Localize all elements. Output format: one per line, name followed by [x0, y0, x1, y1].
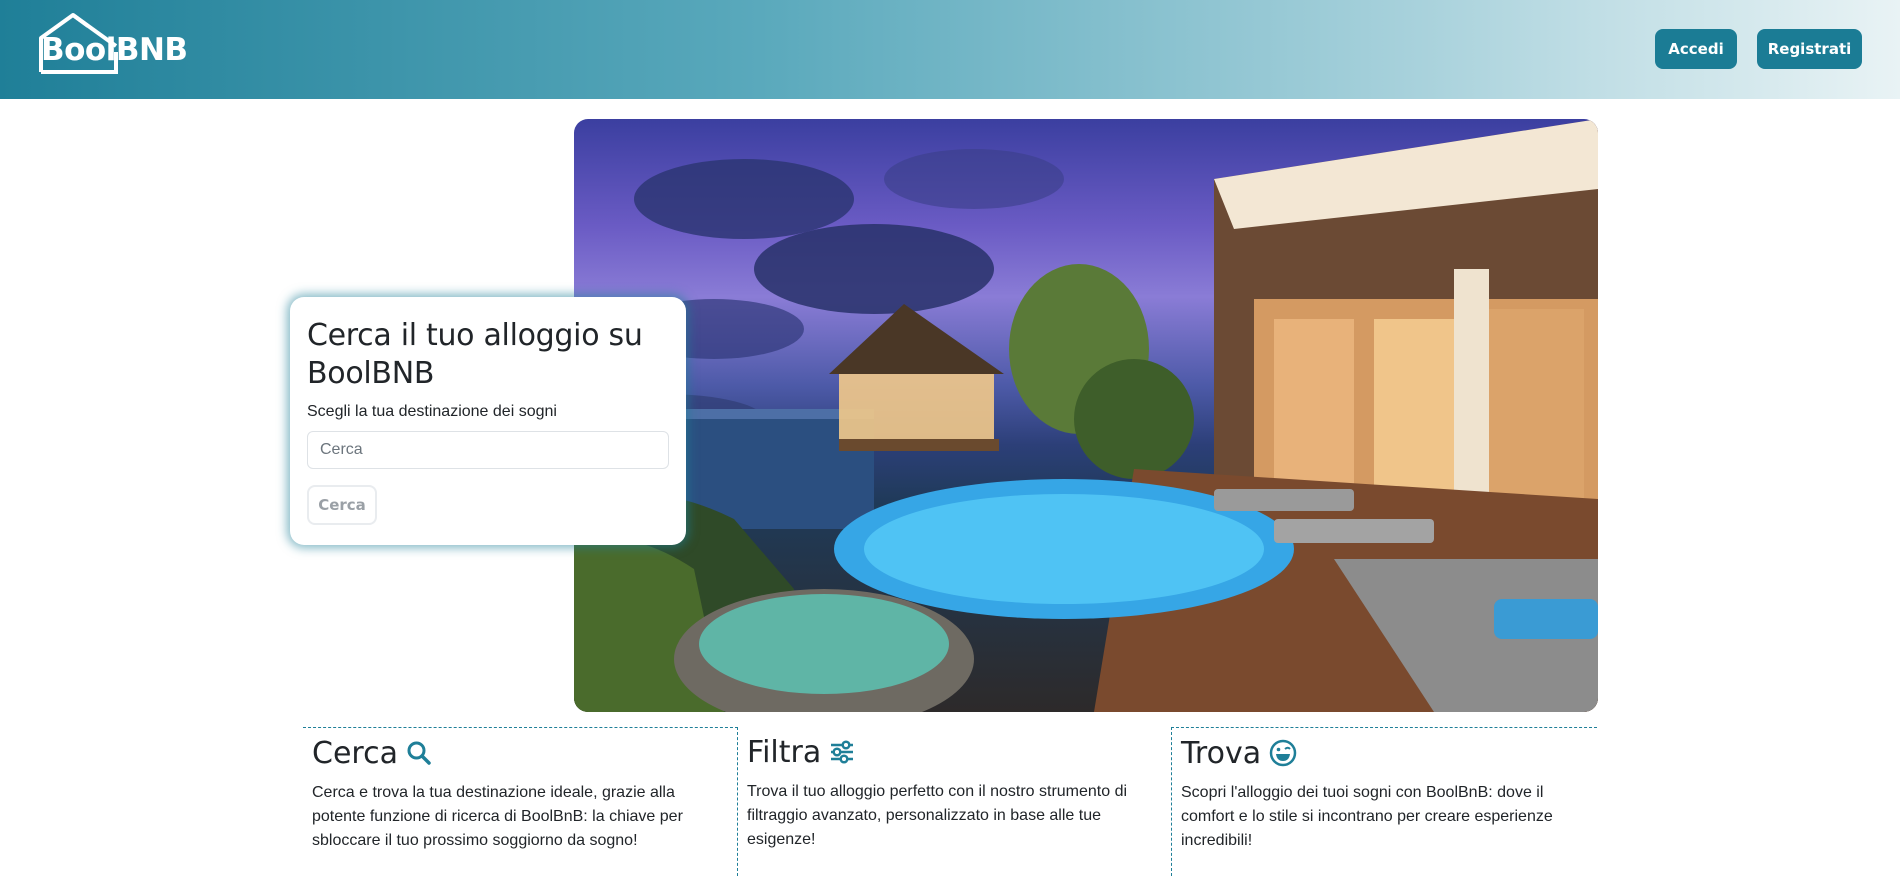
features-section: Cerca Cerca e trova la tua destinazione … — [303, 727, 1597, 876]
search-input[interactable] — [307, 431, 669, 469]
feature-title-text: Filtra — [747, 734, 822, 770]
feature-text: Scopri l'alloggio dei tuoi sogni con Boo… — [1181, 784, 1553, 849]
search-card: Cerca il tuo alloggio su BoolBNB Scegli … — [290, 297, 686, 545]
search-button[interactable]: Cerca — [307, 485, 377, 525]
feature-trova: Trova Scopri l'alloggio dei tuoi sogni c… — [1171, 727, 1597, 876]
feature-filtra: Filtra Trova il tuo alloggio perfetto co… — [738, 727, 1171, 876]
search-subtitle: Scegli la tua destinazione dei sogni — [307, 403, 557, 420]
logo[interactable]: BoolBNB — [38, 12, 198, 76]
feature-title: Trova — [1181, 735, 1588, 771]
feature-text: Cerca e trova la tua destinazione ideale… — [312, 784, 683, 849]
login-button[interactable]: Accedi — [1655, 29, 1737, 69]
smile-icon — [1269, 739, 1297, 767]
hero-image — [574, 119, 1598, 712]
search-icon — [406, 740, 432, 766]
feature-title-text: Trova — [1181, 735, 1262, 771]
search-title: Cerca il tuo alloggio su BoolBNB — [307, 318, 643, 391]
header: BoolBNB Accedi Registrati — [0, 0, 1900, 99]
feature-title-text: Cerca — [312, 735, 398, 771]
register-button[interactable]: Registrati — [1757, 29, 1862, 69]
feature-cerca: Cerca Cerca e trova la tua destinazione … — [303, 727, 738, 876]
sliders-icon — [829, 739, 855, 765]
logo-text: BoolBNB — [41, 32, 188, 68]
villa-pool-illustration — [574, 119, 1598, 712]
feature-text: Trova il tuo alloggio perfetto con il no… — [747, 783, 1128, 848]
feature-title: Cerca — [312, 735, 728, 771]
feature-title: Filtra — [747, 734, 1162, 770]
